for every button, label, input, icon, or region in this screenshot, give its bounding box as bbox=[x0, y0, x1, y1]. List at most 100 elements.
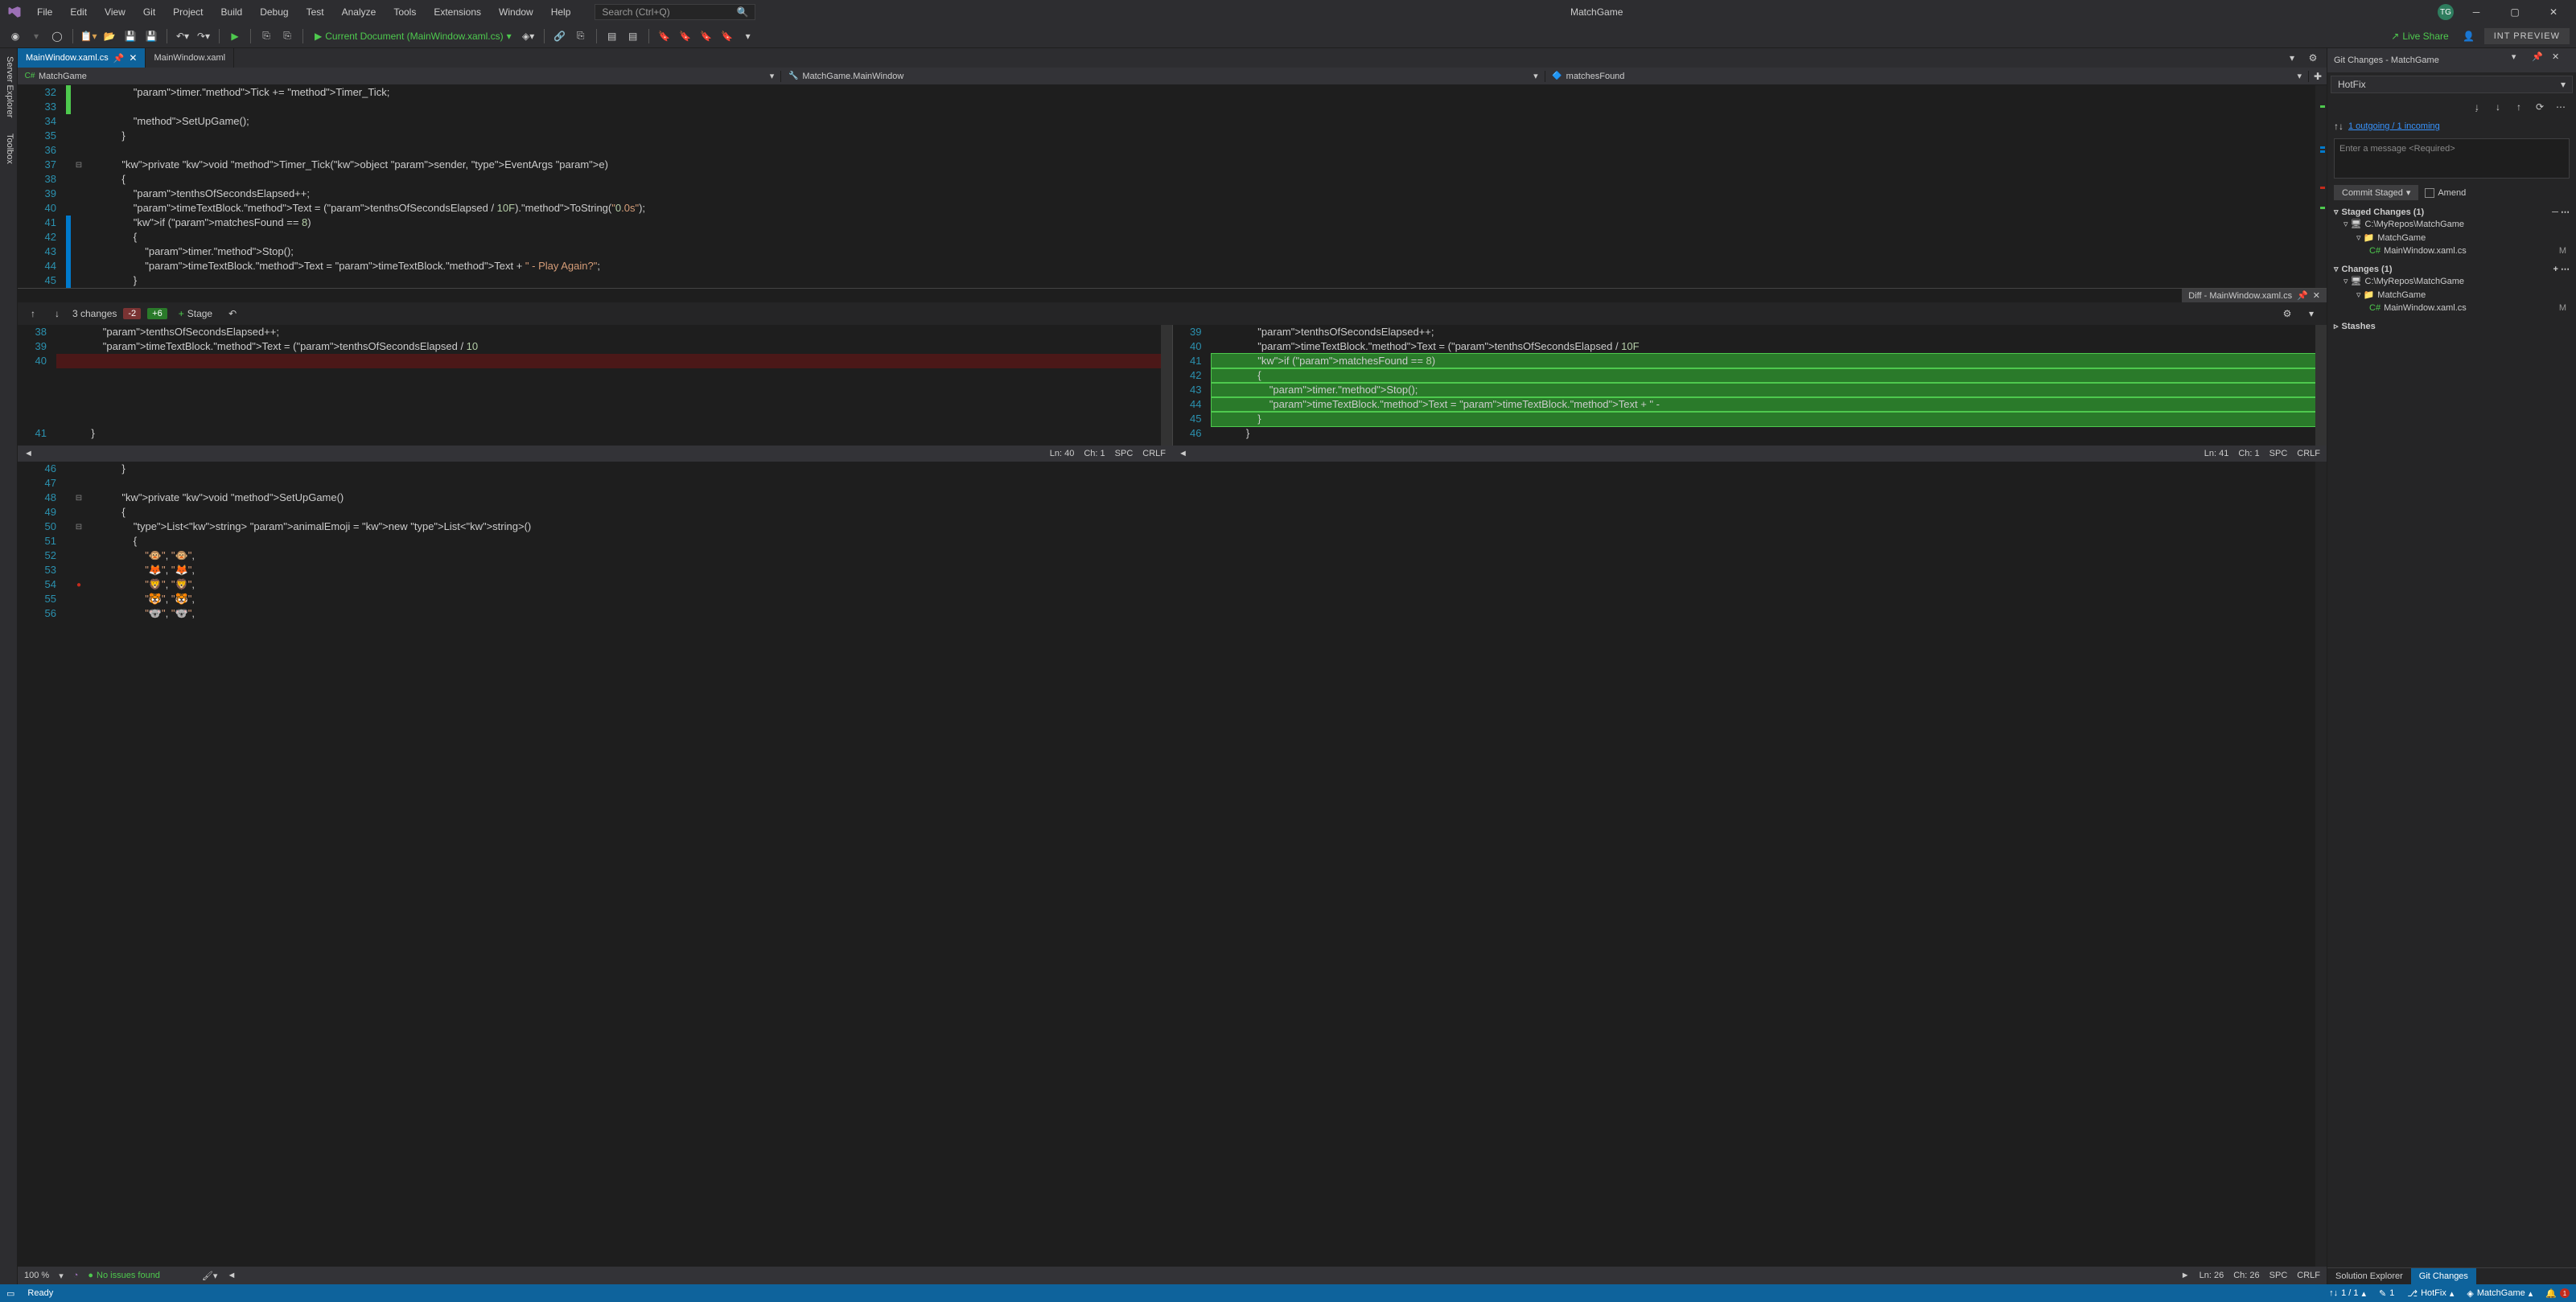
spc-indicator[interactable]: SPC bbox=[2269, 1271, 2288, 1280]
live-share-button[interactable]: ↗ Live Share bbox=[2386, 29, 2453, 43]
int-preview-badge[interactable]: INT PREVIEW bbox=[2484, 28, 2570, 44]
git-pin-icon[interactable]: 📌 bbox=[2532, 51, 2549, 69]
tab-solution-explorer[interactable]: Solution Explorer bbox=[2327, 1268, 2411, 1284]
tb-extra1[interactable]: ◈▾ bbox=[520, 27, 537, 45]
commit-message-input[interactable]: Enter a message <Required> bbox=[2334, 138, 2570, 179]
amend-checkbox[interactable]: Amend bbox=[2425, 188, 2466, 198]
forward-button[interactable]: ▾ bbox=[27, 27, 45, 45]
diff-up-button[interactable]: ↑ bbox=[24, 305, 42, 322]
tab-list-button[interactable]: ▾ bbox=[2283, 49, 2301, 67]
git-repo-node2[interactable]: ▿ 🖥 C:\MyRepos\MatchGame bbox=[2344, 274, 2570, 288]
menu-view[interactable]: View bbox=[97, 3, 134, 21]
menu-extensions[interactable]: Extensions bbox=[426, 3, 489, 21]
staged-changes-header[interactable]: ▿Staged Changes (1) ─ ⋯ bbox=[2334, 207, 2570, 217]
menu-build[interactable]: Build bbox=[213, 3, 251, 21]
menu-edit[interactable]: Edit bbox=[62, 3, 95, 21]
nav-button[interactable]: ◯ bbox=[48, 27, 66, 45]
git-project-node[interactable]: ▿ 📁 MatchGame bbox=[2344, 231, 2570, 244]
tb-block2[interactable]: ▤ bbox=[624, 27, 642, 45]
side-tab-toolbox[interactable]: Toolbox bbox=[0, 125, 17, 172]
new-item-button[interactable]: 📋▾ bbox=[80, 27, 97, 45]
minimize-button[interactable]: ─ bbox=[2460, 1, 2492, 23]
code-editor-bottom[interactable]: 4647484950515253545556 ⊟⊟● } "kw">privat… bbox=[18, 462, 2327, 1267]
search-box[interactable]: Search (Ctrl+Q) 🔍 bbox=[595, 4, 755, 20]
save-button[interactable]: 💾 bbox=[121, 27, 139, 45]
git-sync-link[interactable]: 1 outgoing / 1 incoming bbox=[2348, 121, 2440, 131]
tab-settings-button[interactable]: ⚙ bbox=[2304, 49, 2322, 67]
sb-notifications[interactable]: 🔔1 bbox=[2545, 1288, 2570, 1299]
toolbar-overflow[interactable]: ▾ bbox=[739, 27, 757, 45]
scroll-indicator[interactable]: ◄ bbox=[227, 1271, 236, 1280]
sb-sync[interactable]: ↑↓ 1 / 1 ▴ bbox=[2329, 1288, 2366, 1299]
error-icon[interactable]: ◔ bbox=[73, 1271, 79, 1280]
no-issues-indicator[interactable]: ●No issues found bbox=[88, 1271, 160, 1280]
git-dropdown-icon[interactable]: ▾ bbox=[2512, 51, 2529, 69]
undo-button[interactable]: ↶▾ bbox=[174, 27, 191, 45]
user-avatar[interactable]: TG bbox=[2438, 4, 2454, 20]
diff-revert-button[interactable]: ↶ bbox=[224, 305, 241, 322]
git-branch-selector[interactable]: HotFix ▾ bbox=[2331, 76, 2573, 93]
tab-mainwindow-cs[interactable]: MainWindow.xaml.cs 📌 ✕ bbox=[18, 48, 146, 68]
sb-repo[interactable]: ◈ MatchGame ▴ bbox=[2467, 1288, 2533, 1299]
tb-attach[interactable]: 🔗 bbox=[551, 27, 569, 45]
maximize-button[interactable]: ▢ bbox=[2499, 1, 2531, 23]
stashes-header[interactable]: ▹Stashes bbox=[2334, 321, 2570, 331]
zoom-level[interactable]: 100 % bbox=[24, 1271, 49, 1280]
diff-settings-button[interactable]: ⚙ bbox=[2278, 305, 2296, 322]
feedback-button[interactable]: 👤 bbox=[2460, 27, 2478, 45]
git-repo-node[interactable]: ▿ 🖥 C:\MyRepos\MatchGame bbox=[2344, 217, 2570, 231]
menu-git[interactable]: Git bbox=[135, 3, 163, 21]
git-push-button[interactable]: ↑ bbox=[2510, 98, 2528, 116]
menu-analyze[interactable]: Analyze bbox=[334, 3, 385, 21]
step-button2[interactable]: ⎘ bbox=[278, 27, 296, 45]
crlf-indicator[interactable]: CRLF bbox=[2297, 1271, 2320, 1280]
git-close-icon[interactable]: ✕ bbox=[2552, 51, 2570, 69]
git-fetch-button[interactable]: ↓̣ bbox=[2468, 98, 2486, 116]
overview-ruler-bottom[interactable] bbox=[2315, 462, 2327, 1267]
pin-icon[interactable]: 📌 bbox=[113, 53, 125, 64]
changes-header[interactable]: ▿Changes (1) + ⋯ bbox=[2334, 264, 2570, 274]
nav-namespace[interactable]: C# MatchGame ▾ bbox=[18, 71, 781, 82]
output-icon[interactable]: ▭ bbox=[6, 1288, 14, 1299]
split-editor-button[interactable]: ✚ bbox=[2309, 71, 2327, 82]
git-project-node2[interactable]: ▿ 📁 MatchGame bbox=[2344, 288, 2570, 302]
diff-dropdown-button[interactable]: ▾ bbox=[2302, 305, 2320, 322]
scroll-right-icon[interactable]: ► bbox=[2181, 1271, 2190, 1280]
nav-member[interactable]: 🔷 matchesFound ▾ bbox=[1545, 71, 2309, 82]
scroll-left-icon[interactable]: ◄ bbox=[1179, 449, 1187, 458]
commit-staged-button[interactable]: Commit Staged▾ bbox=[2334, 185, 2418, 200]
menu-project[interactable]: Project bbox=[165, 3, 211, 21]
diff-pin-icon[interactable]: 📌 bbox=[2297, 290, 2308, 301]
diff-right-pane[interactable]: 3940414243444546 "param">tenthsOfSeconds… bbox=[1173, 325, 2327, 446]
sb-pencil[interactable]: ✎ 1 bbox=[2379, 1288, 2394, 1299]
tab-git-changes[interactable]: Git Changes bbox=[2411, 1268, 2476, 1284]
sb-branch[interactable]: ⎇ HotFix ▴ bbox=[2407, 1288, 2454, 1299]
save-all-button[interactable]: 💾 bbox=[142, 27, 160, 45]
open-button[interactable]: 📂 bbox=[101, 27, 118, 45]
brush-icon[interactable]: 🖌▾ bbox=[202, 1271, 218, 1281]
code-editor-top[interactable]: 3233343536373839404142434445 ⊟ "param">t… bbox=[18, 85, 2327, 288]
bookmark-prev[interactable]: 🔖 bbox=[677, 27, 694, 45]
step-button1[interactable]: ⎘ bbox=[257, 27, 275, 45]
close-tab-icon[interactable]: ✕ bbox=[129, 52, 137, 64]
scroll-left-icon[interactable]: ◄ bbox=[24, 449, 33, 458]
redo-button[interactable]: ↷▾ bbox=[195, 27, 212, 45]
tab-mainwindow-xaml[interactable]: MainWindow.xaml bbox=[146, 48, 234, 68]
line-indicator[interactable]: Ln: 26 bbox=[2199, 1271, 2224, 1280]
diff-left-pane[interactable]: 38394041 "param">tenthsOfSecondsElapsed+… bbox=[18, 325, 1173, 446]
run-current-doc-button[interactable]: ▶ Current Document (MainWindow.xaml.cs) … bbox=[310, 29, 516, 43]
start-button[interactable]: ▶ bbox=[226, 27, 244, 45]
col-indicator[interactable]: Ch: 26 bbox=[2233, 1271, 2259, 1280]
bookmark-clear[interactable]: 🔖 bbox=[718, 27, 736, 45]
back-button[interactable]: ◉ bbox=[6, 27, 24, 45]
tb-extra2[interactable]: ⎘ bbox=[572, 27, 590, 45]
menu-test[interactable]: Test bbox=[298, 3, 332, 21]
git-more-button[interactable]: ⋯ bbox=[2552, 98, 2570, 116]
diff-stage-button[interactable]: + Stage bbox=[174, 306, 217, 321]
bookmark-next[interactable]: 🔖 bbox=[697, 27, 715, 45]
menu-tools[interactable]: Tools bbox=[385, 3, 424, 21]
close-button[interactable]: ✕ bbox=[2537, 1, 2570, 23]
git-changed-file[interactable]: C# MainWindow.xaml.cs M bbox=[2344, 302, 2570, 314]
bookmark-button[interactable]: 🔖 bbox=[656, 27, 673, 45]
menu-debug[interactable]: Debug bbox=[252, 3, 296, 21]
